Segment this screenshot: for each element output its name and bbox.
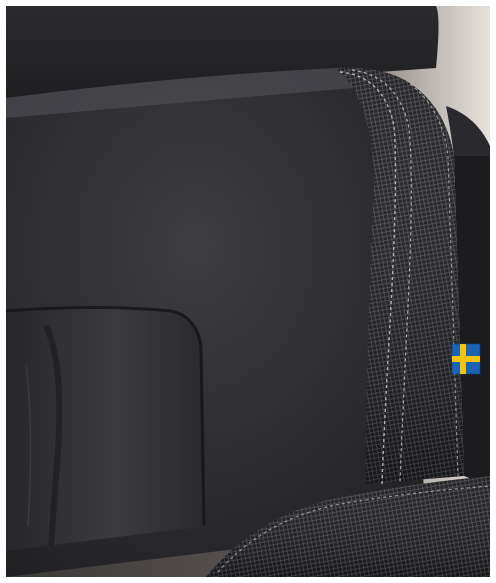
image-frame bbox=[0, 0, 496, 583]
seat-photo bbox=[6, 6, 490, 577]
seat-illustration bbox=[6, 6, 490, 577]
swedish-flag-icon bbox=[451, 343, 481, 375]
